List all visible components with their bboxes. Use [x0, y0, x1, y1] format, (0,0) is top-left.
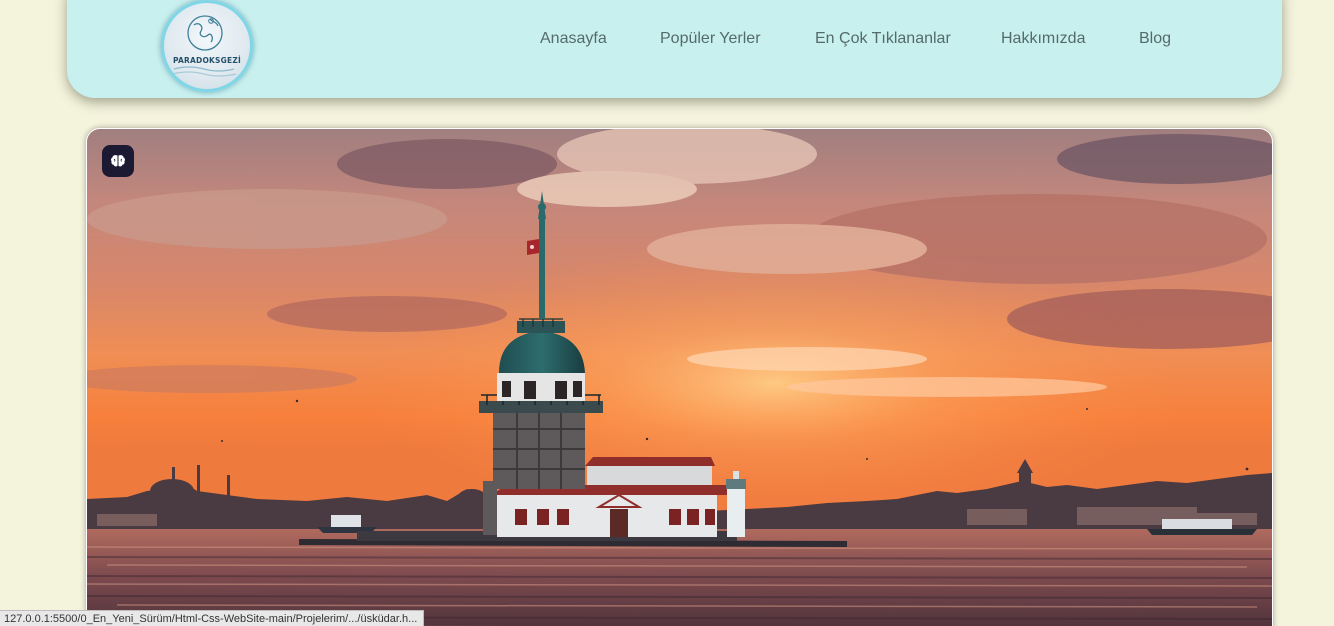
- globe-icon: [171, 15, 237, 77]
- navbar: PARADOKSGEZİ Anasayfa Popüler Yerler En …: [67, 0, 1282, 98]
- nav-link-populer-yerler[interactable]: Popüler Yerler: [660, 30, 761, 48]
- hero-image-card: [86, 128, 1273, 626]
- page: PARADOKSGEZİ Anasayfa Popüler Yerler En …: [0, 0, 1334, 626]
- browser-status-url: 127.0.0.1:5500/0_En_Yeni_Sürüm/Html-Css-…: [0, 610, 425, 626]
- nav-link-hakkimizda[interactable]: Hakkımızda: [1001, 30, 1085, 48]
- maidens-tower-sunset-image: [87, 129, 1272, 626]
- site-logo[interactable]: PARADOKSGEZİ: [161, 0, 253, 92]
- brain-icon: [111, 155, 125, 167]
- nav-link-blog[interactable]: Blog: [1139, 30, 1171, 48]
- nav-link-en-cok-tiklananlar[interactable]: En Çok Tıklananlar: [815, 30, 951, 48]
- logo-text: PARADOKSGEZİ: [173, 56, 241, 65]
- brain-button[interactable]: [102, 145, 134, 177]
- nav-link-anasayfa[interactable]: Anasayfa: [540, 30, 607, 48]
